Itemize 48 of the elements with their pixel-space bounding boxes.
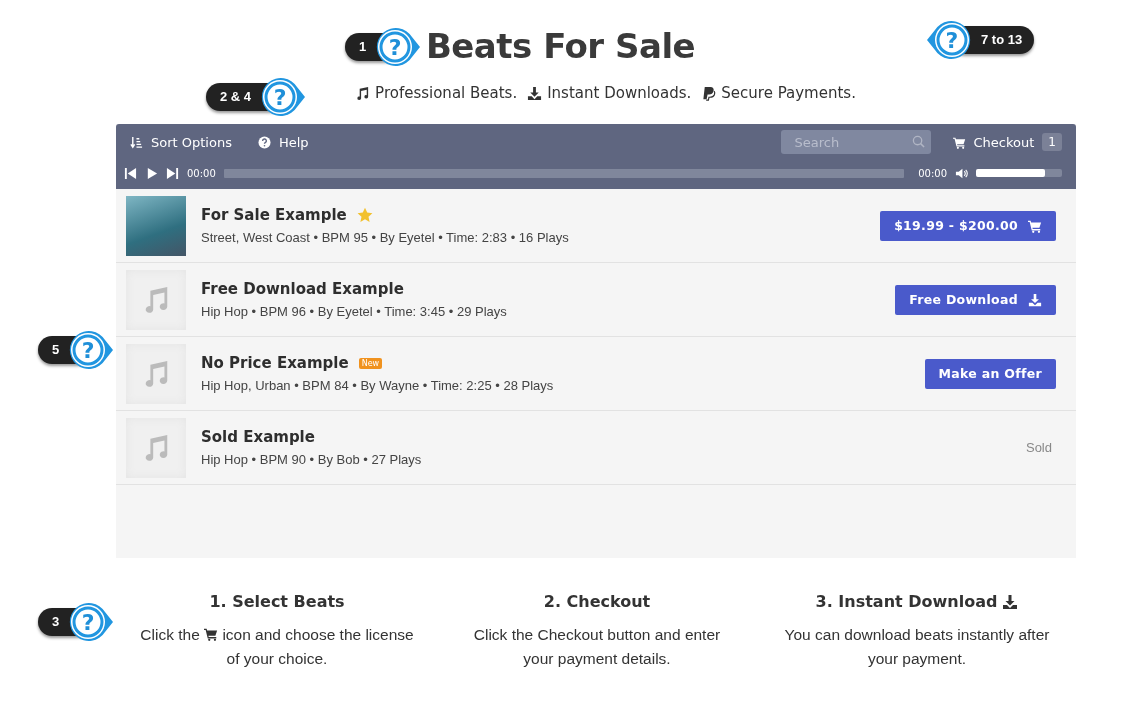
volume-slider[interactable]: [976, 169, 1062, 177]
step-heading: 1. Select Beats: [209, 592, 345, 611]
download-icon: [527, 85, 543, 101]
tagline-text: Instant Downloads.: [547, 84, 692, 102]
paypal-icon: [701, 85, 717, 101]
sold-label: Sold: [1025, 440, 1052, 455]
new-tag: New: [358, 357, 383, 369]
download-icon: [1002, 593, 1019, 610]
search-icon: [911, 135, 925, 148]
track-details: Street, West Coast • BPM 95 • By Eyetel • Time: 2:83 • 16 Plays: [201, 230, 570, 245]
price-button[interactable]: $19.99 - $200.00: [880, 210, 1056, 241]
step-description: Click the icon and choose the license of your choice.: [139, 625, 415, 669]
step-heading: 2. Checkout: [543, 592, 651, 611]
track-title[interactable]: For Sale Example: [201, 206, 347, 224]
tagline-text: Professional Beats.: [375, 84, 518, 102]
progress-track[interactable]: [223, 168, 905, 178]
help-icon: [257, 135, 271, 149]
elapsed-time: 00:00: [187, 167, 216, 179]
step-heading: 3. Instant Download: [815, 592, 998, 611]
track-details: Hip Hop • BPM 96 • By Eyetel • Time: 3:45 • 29 Plays: [201, 304, 508, 319]
sort-icon: [130, 135, 143, 149]
music-note-icon: [355, 85, 371, 101]
play-icon[interactable]: [145, 166, 158, 180]
cart-icon: [952, 135, 966, 149]
sort-options-button[interactable]: Sort Options: [130, 134, 232, 150]
step-description: You can download beats instantly after your payment.: [783, 625, 1051, 669]
track-title[interactable]: Free Download Example: [201, 280, 404, 298]
next-track-icon[interactable]: [166, 166, 179, 180]
cart-icon: [204, 627, 219, 641]
checkout-button[interactable]: Checkout: [952, 134, 1035, 150]
cart-count: 1: [1042, 133, 1062, 151]
cart-icon: [1028, 218, 1042, 233]
star-icon: [356, 207, 373, 223]
download-icon: [1028, 292, 1042, 307]
help-button[interactable]: Help: [257, 134, 309, 150]
track-title[interactable]: Sold Example: [201, 428, 315, 446]
previous-track-icon[interactable]: [124, 166, 137, 180]
track-details: Hip Hop • BPM 90 • By Bob • 27 Plays: [201, 452, 423, 467]
page-title: Beats For Sale: [425, 26, 696, 68]
tagline-text: Secure Payments.: [721, 84, 856, 102]
make-offer-button[interactable]: Make an Offer: [924, 358, 1056, 389]
photo-placeholder: [126, 195, 186, 256]
track-title[interactable]: No Price Example: [201, 354, 349, 372]
track-details: Hip Hop, Urban • BPM 84 • By Wayne • Time: 2:25 • 28 Plays: [201, 378, 555, 393]
step-description: Click the Checkout button and enter your payment details.: [472, 625, 722, 669]
duration-time: 00:00: [918, 167, 947, 179]
free-download-button[interactable]: Free Download: [895, 284, 1056, 315]
search-field[interactable]: Search: [780, 130, 931, 154]
